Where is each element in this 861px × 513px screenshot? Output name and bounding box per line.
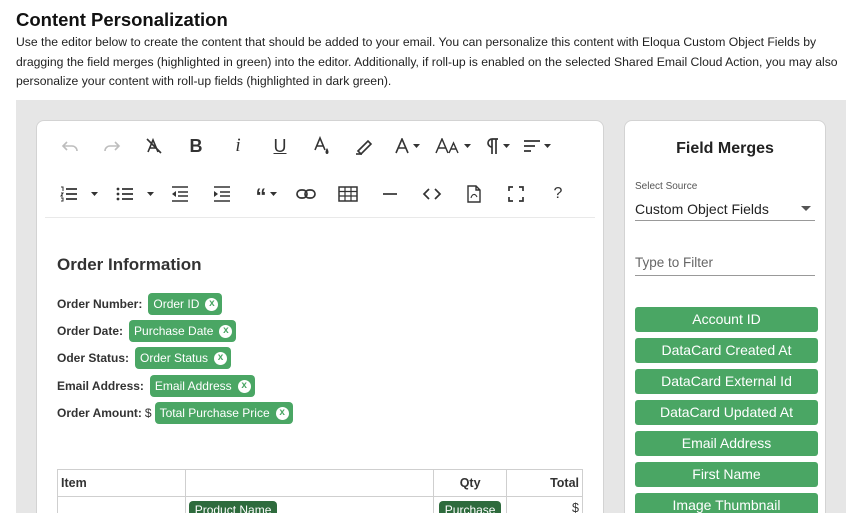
remove-tag-icon[interactable]: x (214, 351, 228, 365)
table-icon[interactable] (333, 179, 363, 209)
fullscreen-icon[interactable] (501, 179, 531, 209)
clear-format-icon[interactable] (139, 131, 169, 161)
field-merge-item[interactable]: First Name (635, 462, 818, 487)
help-label: ? (553, 185, 563, 202)
field-merge-tag-label: Email Address (154, 379, 232, 393)
ordered-list-dropdown[interactable] (57, 179, 101, 209)
field-merge-item[interactable]: Account ID (635, 307, 818, 332)
source-label: Select Source (635, 181, 698, 192)
font-family-dropdown[interactable] (389, 131, 425, 161)
outdent-icon[interactable] (165, 179, 195, 209)
table-cell: $ (506, 496, 583, 513)
field-merge-item[interactable]: DataCard Created At (635, 338, 818, 363)
table-cell (57, 496, 186, 513)
highlighter-icon[interactable] (349, 131, 379, 161)
field-label: Order Date: (57, 324, 124, 338)
field-row: Oder Status: Order Status x (57, 347, 232, 369)
table-cell: Product Name (184, 496, 435, 513)
underline-button[interactable]: U (265, 131, 295, 161)
field-merge-tag[interactable]: Order ID x (148, 293, 223, 315)
bullet-list-dropdown[interactable] (113, 179, 157, 209)
undo-icon[interactable] (55, 131, 85, 161)
italic-label: i (235, 135, 241, 156)
align-dropdown[interactable] (519, 131, 555, 161)
horizontal-line-icon[interactable] (375, 179, 405, 209)
code-view-icon[interactable] (417, 179, 447, 209)
table-header-cell: Qty (433, 469, 508, 497)
table-header-row: Item Qty Total (57, 469, 583, 497)
panel-title: Field Merges (676, 140, 774, 157)
text-color-icon[interactable] (307, 131, 337, 161)
font-size-dropdown[interactable] (433, 131, 473, 161)
field-merge-tag-label: Total Purchase Price (159, 406, 270, 420)
field-merge-tag-label: Order ID (153, 297, 200, 311)
field-row: Order Amount: $ Total Purchase Price x (57, 402, 293, 424)
indent-icon[interactable] (207, 179, 237, 209)
order-items-table: Item Qty Total Product Name Purchase $ (57, 469, 583, 513)
bold-button[interactable]: B (181, 131, 211, 161)
field-prefix: $ (144, 406, 152, 420)
rich-text-editor[interactable]: Bi U “? Order Information Order Number: Orde… (36, 120, 604, 513)
link-icon[interactable] (291, 179, 321, 209)
field-label: Order Amount: (57, 406, 142, 420)
source-select-value: Custom Object Fields (635, 200, 769, 217)
italic-button[interactable]: i (223, 131, 253, 161)
table-cell: Purchase (433, 496, 508, 513)
page-description: Use the editor below to create the conte… (16, 35, 838, 88)
paragraph-format-dropdown[interactable] (481, 131, 515, 161)
field-merge-item[interactable]: Image Thumbnail (635, 493, 818, 513)
chevron-down-icon (801, 206, 811, 211)
toolbar-divider (45, 217, 595, 218)
field-row: Order Number: Order ID x (57, 293, 223, 315)
source-select[interactable]: Custom Object Fields (635, 197, 815, 221)
table-header-cell (184, 469, 435, 497)
content-heading: Order Information (57, 255, 202, 274)
remove-tag-icon[interactable]: x (219, 324, 233, 338)
field-merge-tag[interactable]: Total Purchase Price x (154, 402, 293, 424)
field-merge-item[interactable]: Email Address (635, 431, 818, 456)
field-label: Order Number: (57, 297, 143, 311)
field-label: Oder Status: (57, 351, 130, 365)
field-merges-panel: Field Merges Select Source Custom Object… (624, 120, 826, 513)
table-row: Product Name Purchase $ (57, 496, 583, 513)
rollup-tag[interactable]: Purchase (438, 501, 502, 513)
field-merge-tag-label: Order Status (140, 351, 209, 365)
filter-input[interactable] (635, 250, 815, 276)
editor-content[interactable]: Order Information Order Number: Order ID x O… (57, 219, 583, 513)
field-row: Order Date: Purchase Date x (57, 320, 237, 342)
bold-label: B (189, 135, 203, 156)
underline-label: U (273, 135, 287, 156)
field-merge-item[interactable]: DataCard Updated At (635, 400, 818, 425)
field-merge-tag[interactable]: Order Status x (135, 347, 232, 369)
page-title: Content Personalization (16, 9, 228, 30)
help-button[interactable]: ? (543, 179, 573, 209)
redo-icon[interactable] (97, 131, 127, 161)
quote-dropdown[interactable]: “ (249, 179, 283, 209)
field-merge-tag-label: Purchase Date (134, 324, 214, 338)
remove-tag-icon[interactable]: x (205, 297, 219, 311)
field-merge-item[interactable]: DataCard External Id (635, 369, 818, 394)
remove-tag-icon[interactable]: x (275, 406, 289, 420)
field-label: Email Address: (57, 379, 144, 393)
field-merge-tag[interactable]: Email Address x (149, 375, 255, 397)
remove-tag-icon[interactable]: x (237, 379, 251, 393)
editor-toolbar: Bi U “? (37, 121, 603, 219)
rollup-tag[interactable]: Product Name (188, 501, 278, 513)
pdf-icon[interactable] (459, 179, 489, 209)
field-merge-list: Account ID DataCard Created At DataCard … (635, 307, 818, 513)
table-header-cell: Total (506, 469, 583, 497)
table-header-cell: Item (57, 469, 186, 497)
field-row: Email Address: Email Address x (57, 375, 255, 397)
field-merge-tag[interactable]: Purchase Date x (129, 320, 237, 342)
